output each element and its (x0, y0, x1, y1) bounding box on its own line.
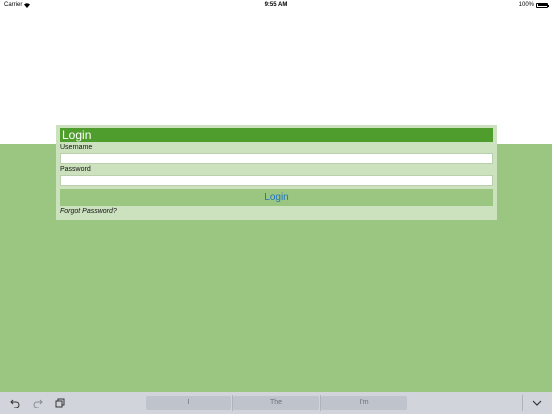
login-button[interactable]: Login (60, 189, 493, 206)
login-title: Login (60, 128, 493, 142)
forgot-password-link[interactable]: Forgot Password? (60, 208, 117, 215)
battery-icon (536, 2, 549, 8)
battery-indicator: 100% (518, 2, 549, 8)
username-input[interactable] (60, 153, 493, 164)
status-time: 9:55 AM (264, 2, 288, 8)
dismiss-keyboard-icon[interactable] (532, 398, 542, 408)
keyboard-shortcut-bar: I The I'm (0, 392, 552, 414)
battery-label: 100% (518, 2, 534, 8)
suggestion-3[interactable]: I'm (321, 396, 407, 410)
password-input[interactable] (60, 175, 493, 186)
redo-icon[interactable] (33, 398, 43, 408)
keyboard-divider (522, 395, 523, 411)
password-label: Password (60, 166, 91, 173)
paste-icon[interactable] (55, 398, 65, 408)
suggestion-1[interactable]: I (146, 396, 231, 410)
suggestion-2[interactable]: The (233, 396, 319, 410)
username-label: Username (60, 144, 93, 151)
login-panel: Login Username Password Login Forgot Pas… (56, 125, 497, 220)
undo-icon[interactable] (10, 398, 20, 408)
status-bar: Carrier 9:55 AM 100% (0, 0, 552, 10)
